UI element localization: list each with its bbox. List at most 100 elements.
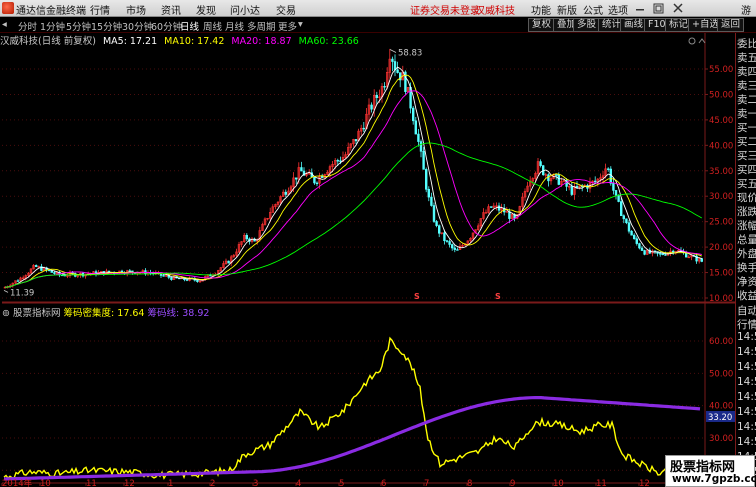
menu-new-version[interactable]: 新版	[557, 2, 577, 17]
candle-body	[617, 194, 620, 202]
menu-news[interactable]: 资讯	[161, 2, 181, 17]
ma60-line	[4, 142, 703, 288]
candle-body	[450, 244, 454, 249]
indicator-info: ⊚ 股票指标网 筹码密集度: 17.64 筹码线: 38.92	[2, 305, 209, 319]
adjust-price-button[interactable]: 复权	[528, 18, 556, 32]
candle-body	[575, 186, 579, 188]
candle-body	[437, 225, 441, 234]
high-price-label: 58.83	[398, 49, 422, 59]
candle-body	[632, 234, 636, 240]
side-panel-item: 14:5	[737, 346, 756, 358]
tab-more[interactable]: 更多	[278, 19, 297, 33]
tab-period-5[interactable]: 30分钟	[122, 19, 153, 33]
tab-period-1[interactable]: 分时	[18, 19, 37, 33]
candle-body	[427, 188, 430, 198]
side-panel-item: 卖五	[737, 52, 756, 64]
side-panel-item: 买二	[737, 136, 756, 148]
candle-body	[336, 160, 339, 162]
more-chevron-icon[interactable]: ▾	[298, 19, 303, 30]
candle-body	[284, 191, 287, 195]
date-label: 7	[424, 479, 429, 487]
menu-discover[interactable]: 发现	[196, 2, 216, 17]
side-panel-item: 14:5	[737, 331, 756, 343]
candlestick-series	[3, 48, 704, 289]
candle-body	[50, 270, 54, 273]
candle-body	[396, 69, 399, 73]
tab-period-monthly[interactable]: 月线	[225, 19, 244, 33]
moving-average-lines	[4, 66, 703, 288]
candle-body	[661, 253, 665, 255]
side-panel-item: 收益	[737, 290, 756, 302]
date-label: 12	[124, 479, 135, 487]
price-tick-label: 30.00	[709, 192, 733, 202]
title-bar: 通达信金融终端 行情 市场 资讯 发现 问小达 交易 证券交易未登录 汉威科技 …	[0, 0, 756, 32]
candle-body	[53, 272, 56, 274]
menu-formula[interactable]: 公式	[583, 2, 603, 17]
candle-body	[593, 180, 597, 183]
menu-market-quotes[interactable]: 行情	[90, 2, 110, 17]
indicator-tick-label: 30.00	[709, 434, 733, 444]
tab-period-2[interactable]: 1分钟	[40, 19, 65, 33]
tab-period-daily[interactable]: 日线	[180, 19, 199, 33]
candle-body	[453, 247, 456, 250]
candle-body	[625, 218, 628, 224]
side-panel-item: 换手	[737, 262, 756, 274]
side-panel-item: 外盘	[737, 248, 756, 260]
tab-period-3[interactable]: 5分钟	[66, 19, 91, 33]
tab-multi-period[interactable]: 多周期	[247, 19, 276, 33]
side-panel-item: 14:5	[737, 391, 756, 403]
side-panel-item: 卖三	[737, 80, 756, 92]
collapse-icon	[698, 38, 706, 44]
app-name: 通达信金融终端	[16, 6, 86, 17]
chip-line-label: 筹码线:	[147, 308, 180, 319]
app-logo-icon	[2, 2, 14, 14]
event-marker-s: S	[495, 292, 501, 301]
back-button[interactable]: 返回	[717, 18, 745, 32]
side-panel-item: 涨幅	[737, 220, 756, 232]
indicator-tick-label: 50.00	[709, 369, 733, 379]
ma20-line	[4, 90, 702, 288]
side-panel-item: 14:5	[737, 436, 756, 448]
price-tick-label: 20.00	[709, 243, 733, 253]
candle-body	[419, 141, 423, 152]
draw-line-button[interactable]: 画线	[620, 18, 648, 32]
menu-function[interactable]: 功能	[531, 2, 551, 17]
candle-body	[411, 107, 415, 122]
candle-body	[612, 182, 615, 191]
side-panel-item: 买一	[737, 122, 756, 134]
indicator-settings-icon[interactable]: ⊚	[2, 308, 10, 319]
period-toolbar: ◂ 分时 1分钟 5分钟 15分钟 30分钟 60分钟 日线 周线 月线 多周期…	[0, 17, 756, 33]
candle-body	[443, 232, 446, 242]
indicator-tick-label: 60.00	[709, 337, 733, 347]
side-panel-item: 14:5	[737, 421, 756, 433]
price-tick-label: 25.00	[709, 218, 733, 228]
candle-body	[162, 275, 165, 277]
candle-body	[638, 243, 641, 249]
menu-trade[interactable]: 交易	[276, 2, 296, 17]
menu-ask-xiaoda[interactable]: 问小达	[230, 2, 260, 17]
candle-body	[414, 120, 417, 135]
chart-labels: 58.83 11.39 S S	[3, 37, 706, 301]
menu-market[interactable]: 市场	[126, 2, 146, 17]
date-label: 1	[168, 479, 173, 487]
candle-body	[606, 168, 610, 170]
candle-body	[432, 205, 436, 222]
menu-options[interactable]: 选项	[608, 2, 628, 17]
close-icon	[673, 3, 683, 13]
trade-login-alert[interactable]: 证券交易未登录	[410, 2, 480, 17]
quote-side-panel: 委比 卖五 卖四 卖三 卖二 卖一 买一 买二 买三 买四 买五 现价 涨跌 涨幅 总量 外盘 换手 净资 收益 自动…	[735, 33, 756, 487]
tab-period-4[interactable]: 15分钟	[91, 19, 122, 33]
side-panel-item: 涨跌	[737, 206, 756, 218]
stock-chart[interactable]: 55.00 50.00 45.00 40.00 35.00 30.00 25.00 20.00…	[0, 33, 735, 487]
tab-timeshare-icon[interactable]: ◂	[2, 19, 7, 30]
chip-density-value: 17.64	[117, 308, 145, 319]
indicator-title: 股票指标网	[13, 308, 61, 319]
candle-body	[422, 150, 425, 170]
current-value-tag-text: 33.20	[708, 413, 732, 423]
chip-density-label: 筹码密集度:	[63, 308, 115, 319]
tab-period-weekly[interactable]: 周线	[203, 19, 222, 33]
multi-stock-button[interactable]: 多股	[573, 18, 601, 32]
candle-body	[383, 86, 386, 88]
tab-period-6[interactable]: 60分钟	[151, 19, 182, 33]
event-marker-s: S	[414, 292, 420, 301]
